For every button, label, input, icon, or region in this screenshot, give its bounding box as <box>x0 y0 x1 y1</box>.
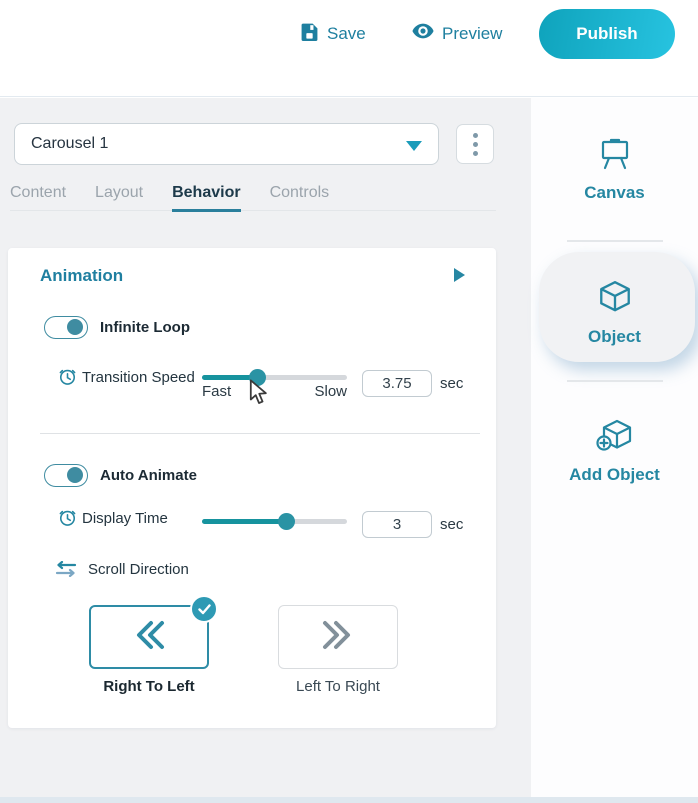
save-button[interactable]: Save <box>300 22 366 46</box>
object-selector-dropdown[interactable]: Carousel 1 <box>14 123 439 165</box>
sidebar-divider <box>567 240 663 242</box>
sidebar-item-add-object[interactable]: Add Object <box>531 416 698 485</box>
tab-controls[interactable]: Controls <box>270 184 330 210</box>
direction-label-right-to-left: Right To Left <box>103 678 195 695</box>
clock-icon <box>58 367 77 391</box>
slider-max-label: Slow <box>314 383 347 400</box>
eye-icon <box>412 22 434 45</box>
slider-knob[interactable] <box>277 513 295 530</box>
collapse-arrow-icon[interactable] <box>454 268 465 282</box>
section-title: Animation <box>40 266 124 285</box>
save-label: Save <box>327 24 366 43</box>
toggle-knob <box>67 319 83 335</box>
more-options-button[interactable] <box>456 124 494 164</box>
kebab-dot <box>472 150 478 156</box>
horizontal-scrollbar[interactable] <box>0 797 698 803</box>
top-toolbar: Save Preview Publish <box>0 0 698 97</box>
clock-icon <box>58 508 77 532</box>
selected-check-icon <box>190 595 218 623</box>
save-icon <box>300 22 319 46</box>
double-chevron-left-icon <box>127 618 171 657</box>
tab-content[interactable]: Content <box>10 184 66 210</box>
properties-panel: Carousel 1 Content Layout Behavior Contr… <box>0 98 531 797</box>
display-time-label: Display Time <box>82 510 168 527</box>
tab-bar: Content Layout Behavior Controls <box>10 184 496 212</box>
direction-option-right-to-left[interactable] <box>89 595 218 669</box>
transition-speed-label: Transition Speed <box>82 369 195 386</box>
kebab-dot <box>472 132 478 138</box>
tab-layout[interactable]: Layout <box>95 184 143 210</box>
transition-speed-slider[interactable] <box>202 369 347 386</box>
auto-animate-toggle[interactable] <box>44 464 88 487</box>
right-sidebar: Canvas Object Add Object <box>531 98 698 797</box>
transition-speed-unit: sec <box>440 375 464 392</box>
scroll-direction-label: Scroll Direction <box>88 561 189 578</box>
display-time-unit: sec <box>440 516 464 533</box>
display-time-slider[interactable] <box>202 513 347 530</box>
sidebar-item-label: Object <box>588 327 641 346</box>
app-window: Save Preview Publish Carousel 1 Content … <box>0 0 698 803</box>
object-selector-value: Carousel 1 <box>31 135 109 152</box>
sidebar-item-label: Add Object <box>569 465 660 484</box>
animation-section-card: Animation Infinite Loop Transition Speed… <box>8 248 496 728</box>
double-chevron-right-icon <box>316 618 360 657</box>
sidebar-item-object[interactable]: Object <box>531 278 698 347</box>
infinite-loop-label: Infinite Loop <box>100 319 190 336</box>
easel-icon <box>597 136 633 177</box>
preview-button[interactable]: Preview <box>412 22 502 45</box>
sidebar-item-canvas[interactable]: Canvas <box>531 136 698 203</box>
swap-arrows-icon <box>54 560 78 582</box>
infinite-loop-toggle[interactable] <box>44 316 88 339</box>
cube-icon <box>596 278 634 321</box>
kebab-dot <box>472 141 478 147</box>
direction-option-left-to-right[interactable] <box>278 605 398 669</box>
sidebar-divider <box>567 380 663 382</box>
sidebar-item-label: Canvas <box>584 183 645 202</box>
publish-button[interactable]: Publish <box>539 9 675 59</box>
auto-animate-label: Auto Animate <box>100 467 197 484</box>
transition-speed-input[interactable] <box>362 370 432 397</box>
tab-behavior[interactable]: Behavior <box>172 184 241 212</box>
preview-label: Preview <box>442 23 503 43</box>
toggle-knob <box>67 467 83 483</box>
chevron-down-icon <box>406 141 422 151</box>
display-time-input[interactable] <box>362 511 432 538</box>
slider-min-label: Fast <box>202 383 232 400</box>
section-divider <box>40 433 480 434</box>
cube-plus-icon <box>595 416 635 459</box>
direction-label-left-to-right: Left To Right <box>296 678 380 695</box>
